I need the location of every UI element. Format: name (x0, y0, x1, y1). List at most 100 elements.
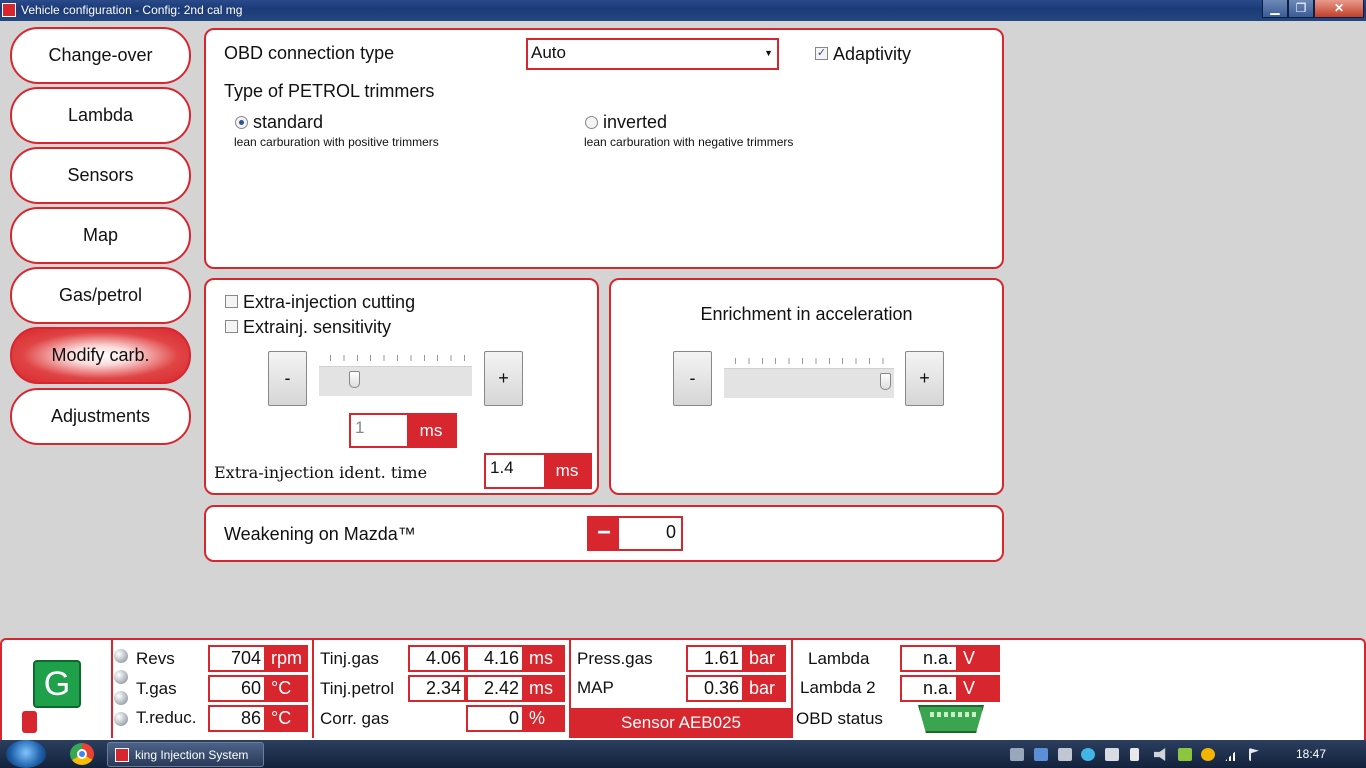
lambda-label: Lambda (808, 649, 870, 668)
sensitivity-value-field[interactable]: 1 ms (349, 413, 457, 448)
obd-trimmers-panel: OBD connection type Auto ▼ ✓ Adaptivity … (204, 28, 1004, 269)
minimize-button[interactable]: ▁ (1262, 0, 1288, 18)
corr-gas-label: Corr. gas (320, 709, 389, 728)
clock[interactable]: 18:47 (1296, 747, 1326, 761)
nav-lambda[interactable]: Lambda (10, 87, 191, 144)
t-gas-label: T.gas (136, 679, 177, 698)
tinj-gas-value-1: 4.06 (408, 645, 466, 672)
tray-network-app-icon[interactable] (1178, 748, 1192, 761)
t-reduc-value: 86 (208, 705, 266, 732)
tray-device-icon[interactable] (1058, 748, 1072, 761)
press-gas-value: 1.61 (686, 645, 744, 672)
nav-adjustments[interactable]: Adjustments (10, 388, 191, 445)
lambda2-label: Lambda 2 (800, 678, 876, 697)
king-app-icon (115, 748, 129, 762)
enrichment-panel: Enrichment in acceleration - + (609, 278, 1004, 495)
tinj-petrol-value-2: 2.42 (466, 675, 524, 702)
flag-icon[interactable] (1249, 748, 1259, 761)
map-value: 0.36 (686, 675, 744, 702)
standard-description: lean carburation with positive trimmers (234, 135, 439, 149)
tinj-gas-value-2: 4.16 (466, 645, 524, 672)
enrichment-slider-track[interactable] (724, 368, 894, 398)
t-reduc-label: T.reduc. (136, 708, 197, 727)
start-button[interactable] (6, 740, 46, 768)
t-reduc-unit: °C (266, 705, 308, 732)
lambda2-unit: V (958, 675, 1000, 702)
map-unit: bar (744, 675, 786, 702)
extra-injection-cutting-checkbox[interactable] (225, 295, 238, 308)
map-label: MAP (577, 678, 614, 697)
chevron-down-icon: ▼ (764, 48, 773, 58)
window-title: Vehicle configuration - Config: 2nd cal … (21, 3, 243, 17)
status-divider (111, 640, 113, 738)
mazda-weakening-field[interactable]: − 0 (587, 516, 683, 551)
lambda2-value: n.a. (900, 675, 958, 702)
adaptivity-checkbox[interactable]: ✓ (815, 47, 828, 60)
inverted-label: inverted (603, 112, 668, 132)
maximize-button[interactable]: ❐ (1288, 0, 1314, 18)
battery-icon[interactable] (1130, 748, 1139, 761)
enrichment-minus-button[interactable]: - (673, 351, 712, 406)
corr-gas-unit: % (524, 705, 565, 732)
nav-gas-petrol[interactable]: Gas/petrol (10, 267, 191, 324)
tinj-gas-unit: ms (524, 645, 565, 672)
t-gas-value: 60 (208, 675, 266, 702)
lambda-value: n.a. (900, 645, 958, 672)
revs-unit: rpm (266, 645, 308, 672)
mazda-weakening-panel: Weakening on Mazda™ − 0 (204, 505, 1004, 562)
status-led (114, 670, 128, 684)
tinj-petrol-label: Tinj.petrol (320, 679, 395, 698)
enrichment-slider-thumb[interactable] (880, 373, 891, 390)
standard-radio[interactable] (235, 116, 248, 129)
tray-app-icon[interactable] (1034, 748, 1048, 761)
status-divider (312, 640, 314, 738)
tinj-gas-label: Tinj.gas (320, 649, 379, 668)
close-button[interactable]: ✕ (1314, 0, 1364, 18)
nav-sensors[interactable]: Sensors (10, 147, 191, 204)
obd-connection-label: OBD connection type (224, 43, 395, 63)
taskbar: king Injection System 18:47 (0, 740, 1366, 768)
status-divider (791, 640, 793, 738)
status-led (114, 712, 128, 726)
mazda-minus-button[interactable]: − (589, 518, 619, 549)
obd-connection-value: Auto (531, 43, 566, 62)
status-led (114, 649, 128, 663)
extrainj-sensitivity-checkbox[interactable] (225, 320, 238, 333)
app-icon (2, 3, 16, 17)
sensitivity-slider-thumb[interactable] (348, 371, 360, 388)
ident-time-value: 1.4 (490, 458, 514, 477)
signal-strength-icon[interactable] (1225, 748, 1239, 761)
adaptivity-label: Adaptivity (833, 44, 912, 64)
revs-value: 704 (208, 645, 266, 672)
t-gas-unit: °C (266, 675, 308, 702)
sensitivity-value: 1 (355, 418, 365, 437)
sensitivity-plus-button[interactable]: + (484, 351, 523, 406)
tinj-petrol-value-1: 2.34 (408, 675, 466, 702)
chrome-icon[interactable] (70, 743, 94, 765)
nav-change-over[interactable]: Change-over (10, 27, 191, 84)
revs-label: Revs (136, 649, 175, 668)
inverted-radio[interactable] (585, 116, 598, 129)
tray-notification-icon[interactable] (1201, 748, 1215, 761)
tray-sync-icon[interactable] (1081, 748, 1095, 761)
mazda-weakening-value: 0 (665, 522, 676, 542)
enrichment-plus-button[interactable]: + (905, 351, 944, 406)
status-led (114, 691, 128, 705)
ident-time-field[interactable]: 1.4 ms (484, 453, 592, 489)
lambda-unit: V (958, 645, 1000, 672)
obd-connection-select[interactable]: Auto ▼ (526, 38, 779, 70)
nav-modify-carb[interactable]: Modify carb. (10, 327, 191, 384)
corr-gas-value: 0 (466, 705, 524, 732)
taskbar-task-king[interactable]: king Injection System (107, 742, 264, 767)
nav-map[interactable]: Map (10, 207, 191, 264)
ident-time-label: Extra-injection ident. time (214, 463, 428, 482)
tray-monitor-icon[interactable] (1010, 748, 1024, 761)
gas-mode-badge[interactable]: G (33, 660, 81, 708)
sensitivity-minus-button[interactable]: - (268, 351, 307, 406)
mazda-weakening-label: Weakening on Mazda™ (224, 524, 416, 544)
sensor-type: Sensor AEB025 (571, 708, 791, 738)
tray-display-icon[interactable] (1105, 748, 1119, 761)
enrichment-title: Enrichment in acceleration (700, 304, 913, 324)
volume-icon[interactable] (1154, 748, 1166, 761)
sensitivity-slider-track[interactable] (319, 366, 472, 396)
